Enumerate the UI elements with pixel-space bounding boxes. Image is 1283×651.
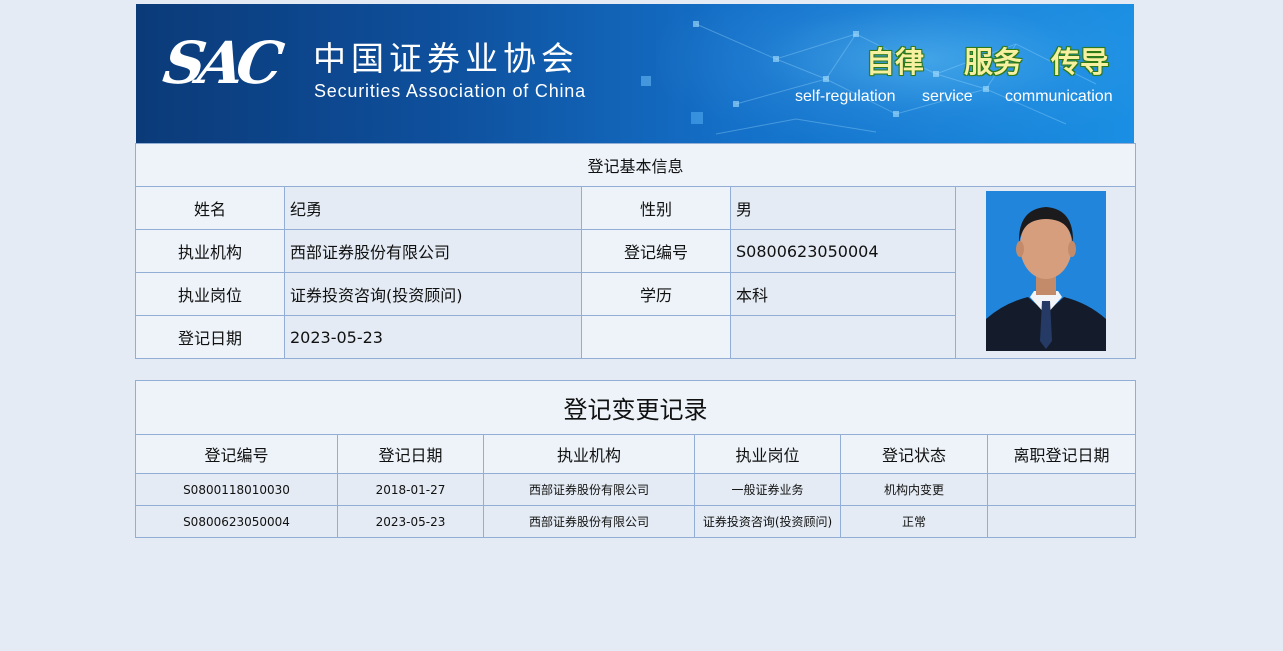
name-value: 纪勇 xyxy=(284,186,582,230)
table-row: S0800623050004 2023-05-23 西部证券股份有限公司 证券投… xyxy=(135,505,1137,538)
table-cell: 证券投资咨询(投资顾问) xyxy=(694,505,841,538)
column-header: 登记日期 xyxy=(337,434,484,474)
portrait-graphic xyxy=(985,190,1106,351)
table-cell: 正常 xyxy=(840,505,988,538)
reg-date-value: 2023-05-23 xyxy=(284,315,582,359)
column-header: 执业机构 xyxy=(483,434,695,474)
education-value: 本科 xyxy=(730,272,956,316)
table-cell: S0800118010030 xyxy=(135,473,338,506)
page-container: SAC 中国证券业协会 Securities Association of Ch… xyxy=(134,4,1137,538)
slogan-service-cn: 服务 xyxy=(964,45,1023,79)
sac-logo: SAC xyxy=(159,29,281,97)
slogan-communication-cn: 传导 xyxy=(1051,45,1110,79)
slogan-self-regulation-cn: 自律 xyxy=(866,45,925,79)
table-cell: 2018-01-27 xyxy=(337,473,484,506)
reg-no-value: S0800623050004 xyxy=(730,229,956,273)
table-cell: 2023-05-23 xyxy=(337,505,484,538)
table-cell: 机构内变更 xyxy=(840,473,988,506)
empty-value-cell xyxy=(730,315,956,359)
header-banner: SAC 中国证券业协会 Securities Association of Ch… xyxy=(136,4,1134,143)
table-cell: S0800623050004 xyxy=(135,505,338,538)
column-header: 登记编号 xyxy=(135,434,338,474)
org-name-en: Securities Association of China xyxy=(314,81,586,101)
table-cell xyxy=(986,473,1137,506)
change-records-header-row: 登记编号 登记日期 执业机构 执业岗位 登记状态 离职登记日期 xyxy=(135,434,1137,474)
column-header: 离职登记日期 xyxy=(986,434,1137,474)
reg-no-label: 登记编号 xyxy=(581,229,731,273)
position-value: 证券投资咨询(投资顾问) xyxy=(284,272,582,316)
change-records-table: 登记变更记录 登记编号 登记日期 执业机构 执业岗位 登记状态 离职登记日期 S… xyxy=(134,380,1137,538)
column-header: 登记状态 xyxy=(840,434,988,474)
org-name-cn: 中国证券业协会 xyxy=(313,39,579,78)
column-header: 执业岗位 xyxy=(694,434,841,474)
education-label: 学历 xyxy=(581,272,731,316)
basic-info-table: 登记基本信息 姓名 纪勇 性别 男 执业机构 西部证券股份有限公司 登记编号 S… xyxy=(134,143,1137,359)
name-label: 姓名 xyxy=(135,186,285,230)
change-records-title: 登记变更记录 xyxy=(134,380,1137,435)
table-cell: 西部证券股份有限公司 xyxy=(483,505,695,538)
slogan-self-regulation-en: self-regulation xyxy=(795,88,896,105)
table-cell: 一般证券业务 xyxy=(694,473,841,506)
org-value: 西部证券股份有限公司 xyxy=(284,229,582,273)
gender-value: 男 xyxy=(730,186,956,230)
table-cell: 西部证券股份有限公司 xyxy=(483,473,695,506)
table-row: S0800118010030 2018-01-27 西部证券股份有限公司 一般证… xyxy=(135,473,1137,506)
position-label: 执业岗位 xyxy=(135,272,285,316)
basic-info-title: 登记基本信息 xyxy=(134,143,1137,187)
photo-cell xyxy=(954,186,1137,359)
reg-date-label: 登记日期 xyxy=(135,315,285,359)
person-photo xyxy=(985,190,1106,351)
table-cell xyxy=(986,505,1137,538)
slogan-communication-en: communication xyxy=(1005,88,1113,105)
gender-label: 性别 xyxy=(581,186,731,230)
org-label: 执业机构 xyxy=(135,229,285,273)
empty-label-cell xyxy=(581,315,731,359)
slogan-service-en: service xyxy=(922,88,973,105)
